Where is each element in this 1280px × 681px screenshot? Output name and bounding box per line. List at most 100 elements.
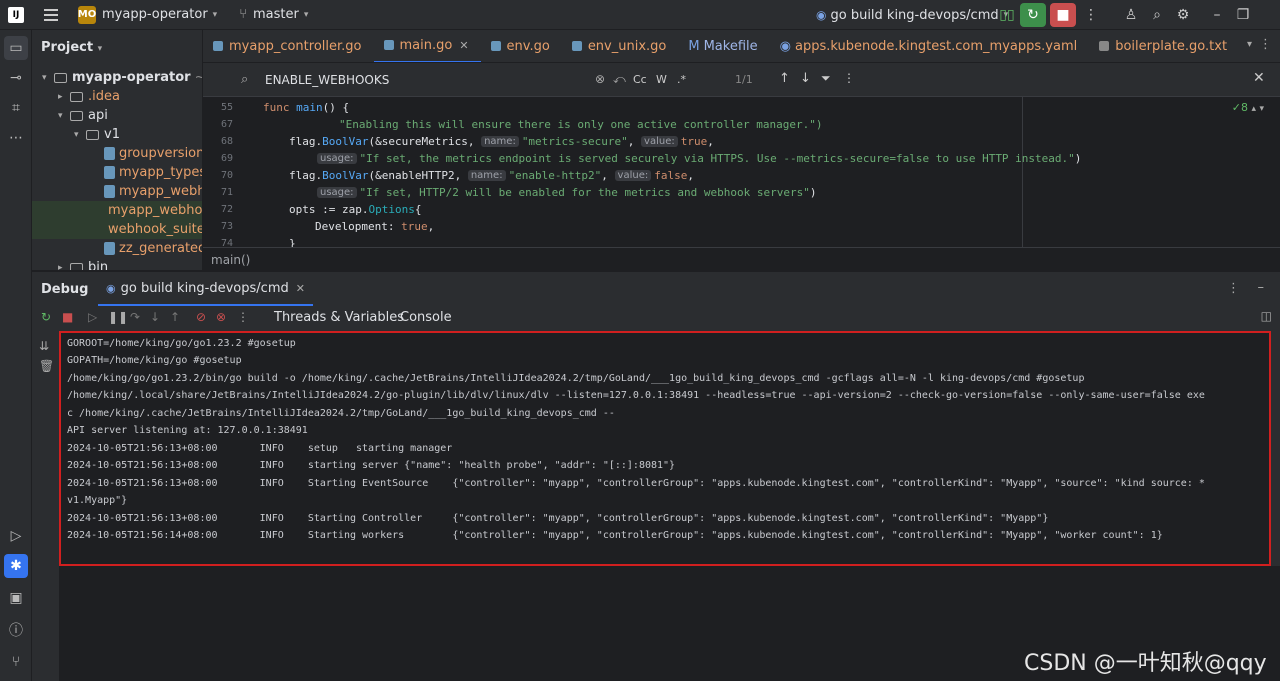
step-over-icon[interactable]: ↷: [130, 310, 140, 324]
debug-session-tab[interactable]: ◉ go build king-devops/cmd ✕: [98, 272, 313, 306]
rerun-icon[interactable]: ↻: [41, 310, 51, 324]
tree-item[interactable]: ▾ v1: [74, 125, 120, 144]
problems-tool-icon[interactable]: ⓘ: [4, 618, 28, 642]
rerun-button[interactable]: ↻: [1020, 3, 1046, 27]
code-token: "If set, the metrics endpoint is served …: [359, 152, 1075, 165]
project-name[interactable]: myapp-operator: [102, 7, 208, 22]
tree-item[interactable]: myapp_webhoo: [104, 182, 202, 201]
stop-icon[interactable]: ■: [62, 310, 73, 324]
step-into-icon[interactable]: ↓: [150, 310, 160, 324]
chevron-down-icon[interactable]: ▾: [304, 10, 309, 20]
commit-tool-icon[interactable]: ⊸: [4, 66, 28, 90]
tree-item[interactable]: ▸ bin: [58, 258, 108, 270]
filter-icon[interactable]: ⏷: [821, 71, 831, 86]
next-match-icon[interactable]: ↓: [800, 71, 811, 86]
whole-word-toggle[interactable]: W: [656, 73, 667, 86]
editor-tab[interactable]: myapp_controller.go: [203, 30, 374, 62]
close-tab-icon[interactable]: ✕: [296, 282, 305, 295]
project-panel-title[interactable]: Project ▾: [41, 40, 102, 55]
tree-item-label: myapp_webhoo: [119, 184, 202, 199]
pause-icon[interactable]: ❚❚: [108, 310, 128, 324]
console-scrollbar[interactable]: [1271, 331, 1280, 566]
editor-tab-active[interactable]: main.go ✕: [373, 30, 481, 62]
tab-console[interactable]: Console: [400, 310, 452, 325]
search-icon[interactable]: ⌕: [1144, 3, 1170, 27]
inlay-hint: name:: [481, 136, 519, 147]
settings-gear-icon[interactable]: ⚙: [1170, 3, 1196, 27]
clear-all-icon[interactable]: 🗑: [39, 359, 54, 373]
chevron-right-icon[interactable]: ▸: [58, 263, 70, 271]
tab-threads-variables[interactable]: Threads & Variables: [274, 310, 404, 325]
more-icon[interactable]: ⋮: [1259, 37, 1272, 52]
code-editor[interactable]: ✓8 ▴ ▾ 55 func main() { 67 "Enabling this …: [203, 97, 1280, 247]
console-line: /home/king/go/go1.23.2/bin/go build -o /…: [67, 373, 1085, 384]
debug-panel-title: Debug: [41, 282, 89, 297]
editor-tab[interactable]: env_unix.go: [562, 30, 679, 62]
tabs-dropdown-icon[interactable]: ▾: [1247, 39, 1252, 50]
previous-match-icon[interactable]: ↑: [779, 71, 790, 86]
code-token: Development:: [315, 220, 402, 233]
scroll-to-end-icon[interactable]: ⇊: [39, 339, 49, 353]
more-icon[interactable]: ⋮: [843, 71, 855, 85]
close-icon[interactable]: ✕: [1253, 70, 1265, 86]
match-case-toggle[interactable]: Cc: [633, 73, 647, 86]
code-token: ,: [427, 220, 435, 233]
tree-item[interactable]: ▸ .idea: [58, 87, 120, 106]
branch-name[interactable]: master: [253, 7, 299, 22]
restore-icon[interactable]: ❐: [1230, 3, 1256, 27]
tree-item[interactable]: webhook_suite: [32, 220, 202, 239]
tree-root[interactable]: ▾ myapp-operator ~/wo: [42, 68, 202, 87]
go-file-icon: [104, 185, 115, 198]
editor-tab[interactable]: env.go: [481, 30, 562, 62]
more-tools-icon[interactable]: ⋯: [4, 126, 28, 150]
minimize-panel-icon[interactable]: –: [1258, 280, 1265, 295]
clear-search-icon[interactable]: ⊗: [595, 72, 605, 86]
more-icon[interactable]: ⋮: [1078, 3, 1104, 27]
run-config-name[interactable]: go build king-devops/cmd: [830, 8, 998, 23]
layout-settings-icon[interactable]: ◫: [1261, 309, 1272, 323]
services-tool-icon[interactable]: ▷: [4, 524, 28, 548]
more-icon[interactable]: ⋮: [237, 310, 249, 324]
add-user-icon[interactable]: ♙: [1118, 3, 1144, 27]
console-output[interactable]: GOROOT=/home/king/go/go1.23.2 #gosetup G…: [59, 331, 1271, 566]
close-tab-icon[interactable]: ✕: [459, 39, 468, 52]
editor-tab[interactable]: boilerplate.go.txt: [1089, 30, 1239, 62]
go-file-icon: [104, 242, 115, 255]
chevron-down-icon[interactable]: ▾: [42, 73, 54, 83]
breadcrumb[interactable]: main(): [203, 247, 1280, 271]
tree-item[interactable]: myapp_types.go: [104, 163, 202, 182]
chevron-right-icon[interactable]: ▸: [58, 92, 70, 102]
debug-resume-icon[interactable]: ▯▯: [994, 3, 1020, 27]
git-tool-icon[interactable]: ⑂: [4, 650, 28, 674]
minimize-icon[interactable]: –: [1204, 3, 1230, 27]
editor-tab[interactable]: ◉ apps.kubenode.kingtest.com_myapps.yaml: [770, 30, 1090, 62]
console-line: GOROOT=/home/king/go/go1.23.2 #gosetup: [67, 338, 296, 349]
debug-tool-icon[interactable]: ✱: [4, 554, 28, 578]
search-input[interactable]: ENABLE_WEBHOOKS: [265, 73, 389, 87]
chevron-down-icon[interactable]: ▾: [74, 130, 86, 140]
project-tool-icon[interactable]: ▭: [4, 36, 28, 60]
view-breakpoints-icon[interactable]: ⊘: [196, 310, 206, 324]
project-badge: MO: [78, 5, 96, 24]
step-out-icon[interactable]: ↑: [170, 310, 180, 324]
more-icon[interactable]: ⋮: [1227, 281, 1240, 296]
chevron-down-icon[interactable]: ▾: [58, 111, 70, 121]
go-file-icon: [571, 41, 582, 51]
tree-item[interactable]: groupversion_ir: [104, 144, 202, 163]
resume-icon[interactable]: ▷: [88, 310, 97, 324]
structure-tool-icon[interactable]: ⌗: [4, 96, 28, 120]
editor-tab-bar: myapp_controller.go main.go ✕ env.go env_…: [203, 30, 1280, 63]
main-menu-icon[interactable]: [44, 8, 58, 21]
chevron-down-icon[interactable]: ▾: [213, 10, 218, 20]
terminal-tool-icon[interactable]: ▣: [4, 586, 28, 610]
regex-toggle[interactable]: .*: [677, 73, 686, 86]
folder-icon: [70, 91, 83, 102]
tree-item[interactable]: myapp_webhoo: [32, 201, 202, 220]
mute-breakpoints-icon[interactable]: ⊗: [216, 310, 226, 324]
history-icon[interactable]: ⤺: [613, 72, 626, 87]
search-icon[interactable]: ⌕: [241, 72, 248, 87]
stop-button[interactable]: ■: [1050, 3, 1076, 27]
editor-tab[interactable]: M Makefile: [678, 30, 769, 62]
tree-item[interactable]: ▾ api: [58, 106, 108, 125]
tree-item[interactable]: zz_generated.d: [104, 239, 202, 258]
